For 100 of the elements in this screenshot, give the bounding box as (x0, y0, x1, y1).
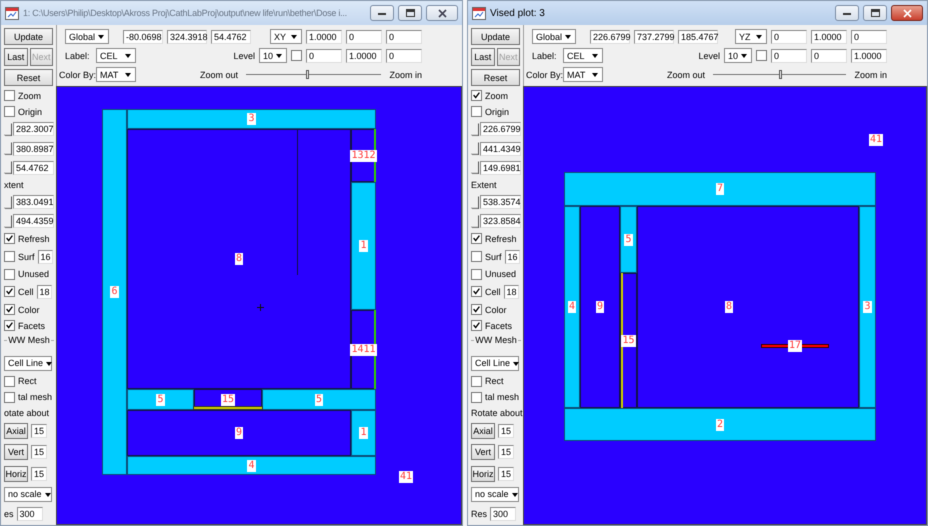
number-field[interactable]: 0 (851, 30, 887, 44)
frame-dropdown[interactable]: Global (65, 29, 109, 44)
mode-dropdown[interactable]: Cell Line (471, 356, 519, 371)
close-button[interactable] (426, 5, 458, 21)
plane-dropdown[interactable]: YZ (735, 29, 767, 44)
number-field[interactable]: 16 (504, 250, 520, 264)
number-field[interactable]: -80.0698 (123, 30, 163, 44)
number-field[interactable]: 383.0491 (13, 195, 54, 210)
rotate-button[interactable]: Vert (471, 444, 495, 460)
mode-dropdown[interactable]: no scale (4, 486, 52, 502)
checkbox[interactable] (4, 106, 15, 118)
number-field[interactable]: 149.6981 (480, 160, 521, 175)
number-field[interactable]: 300 (490, 506, 516, 521)
reset-button[interactable]: Reset (471, 69, 520, 86)
checkbox[interactable] (4, 304, 15, 316)
number-field[interactable]: 0 (771, 30, 807, 44)
slider-thumb[interactable] (778, 70, 782, 78)
number-field[interactable]: 18 (36, 284, 52, 299)
number-field[interactable]: 0 (346, 30, 382, 44)
checkbox[interactable] (471, 376, 482, 387)
handle-icon[interactable] (471, 214, 479, 228)
number-field[interactable]: 1.0000 (306, 30, 342, 44)
handle-icon[interactable] (471, 142, 479, 156)
rotate-button[interactable]: Horiz (4, 466, 28, 482)
handle-icon[interactable] (4, 122, 12, 136)
checkbox[interactable] (471, 90, 482, 101)
number-field[interactable]: 54.4762 (13, 160, 54, 175)
number-field[interactable]: 300 (16, 506, 43, 521)
mode-dropdown[interactable]: no scale (471, 486, 519, 502)
number-field[interactable]: 282.3007 (13, 122, 54, 136)
checkbox[interactable] (4, 376, 15, 387)
number-field[interactable]: 380.8987 (13, 142, 54, 156)
checkbox[interactable] (471, 304, 482, 316)
color-by-dropdown[interactable]: MAT (563, 67, 603, 82)
number-field[interactable]: 737.2799 (634, 30, 674, 44)
zoom-slider[interactable] (246, 68, 382, 80)
number-field[interactable]: 15 (31, 424, 47, 438)
reset-button[interactable]: Reset (4, 69, 53, 86)
zoom-slider[interactable] (713, 68, 846, 80)
checkbox[interactable] (471, 268, 482, 280)
level-dropdown[interactable]: 10 (259, 48, 287, 63)
level-dropdown[interactable]: 10 (724, 48, 752, 63)
number-field[interactable]: 1.0000 (851, 48, 887, 62)
checkbox[interactable] (4, 392, 15, 403)
last-button[interactable]: Last (4, 48, 28, 66)
number-field[interactable]: 0 (386, 48, 422, 62)
rotate-button[interactable]: Vert (4, 444, 28, 460)
number-field[interactable]: 54.4762 (211, 30, 251, 44)
mode-dropdown[interactable]: Cell Line (4, 356, 52, 371)
color-by-dropdown[interactable]: MAT (96, 67, 136, 82)
checkbox[interactable] (756, 50, 767, 61)
checkbox[interactable] (471, 233, 482, 244)
slider-thumb[interactable] (306, 70, 309, 78)
plane-dropdown[interactable]: XY (270, 29, 302, 44)
number-field[interactable]: 15 (31, 466, 47, 481)
checkbox[interactable] (471, 251, 482, 262)
label-dropdown[interactable]: CEL (96, 48, 136, 63)
number-field[interactable]: 15 (31, 445, 47, 460)
checkbox[interactable] (291, 50, 302, 61)
number-field[interactable]: 226.6799 (590, 30, 630, 44)
number-field[interactable]: 0 (386, 30, 422, 44)
number-field[interactable]: 494.4359 (13, 214, 54, 228)
number-field[interactable]: 15 (498, 445, 514, 460)
handle-icon[interactable] (4, 214, 12, 228)
checkbox[interactable] (471, 320, 482, 332)
checkbox[interactable] (4, 251, 15, 262)
rotate-button[interactable]: Horiz (471, 466, 495, 482)
handle-icon[interactable] (471, 161, 479, 174)
handle-icon[interactable] (4, 196, 12, 209)
number-field[interactable]: 323.8584 (480, 214, 521, 228)
rotate-button[interactable]: Axial (471, 423, 495, 440)
handle-icon[interactable] (4, 142, 12, 156)
number-field[interactable]: 324.3918 (167, 30, 207, 44)
checkbox[interactable] (4, 286, 15, 298)
maximize-button[interactable] (863, 5, 887, 21)
handle-icon[interactable] (471, 196, 479, 209)
handle-icon[interactable] (4, 161, 12, 174)
number-field[interactable]: 1.0000 (811, 30, 847, 44)
number-field[interactable]: 441.4349 (480, 142, 521, 156)
number-field[interactable]: 0 (771, 48, 807, 62)
number-field[interactable]: 185.4767 (678, 30, 718, 44)
number-field[interactable]: 538.3574 (480, 195, 521, 210)
number-field[interactable]: 0 (306, 48, 342, 62)
checkbox[interactable] (471, 392, 482, 403)
number-field[interactable]: 1.0000 (346, 48, 382, 62)
label-dropdown[interactable]: CEL (563, 48, 603, 63)
last-button[interactable]: Last (471, 48, 494, 66)
number-field[interactable]: 0 (811, 48, 847, 62)
update-button[interactable]: Update (471, 28, 520, 45)
frame-dropdown[interactable]: Global (532, 29, 576, 44)
checkbox[interactable] (4, 233, 15, 244)
number-field[interactable]: 16 (38, 250, 53, 264)
rotate-button[interactable]: Axial (4, 423, 28, 440)
checkbox[interactable] (471, 286, 482, 298)
update-button[interactable]: Update (4, 28, 53, 45)
number-field[interactable]: 226.6799 (480, 122, 521, 136)
number-field[interactable]: 15 (498, 424, 514, 438)
number-field[interactable]: 18 (504, 284, 519, 299)
close-button[interactable] (891, 5, 923, 21)
checkbox[interactable] (4, 320, 15, 332)
